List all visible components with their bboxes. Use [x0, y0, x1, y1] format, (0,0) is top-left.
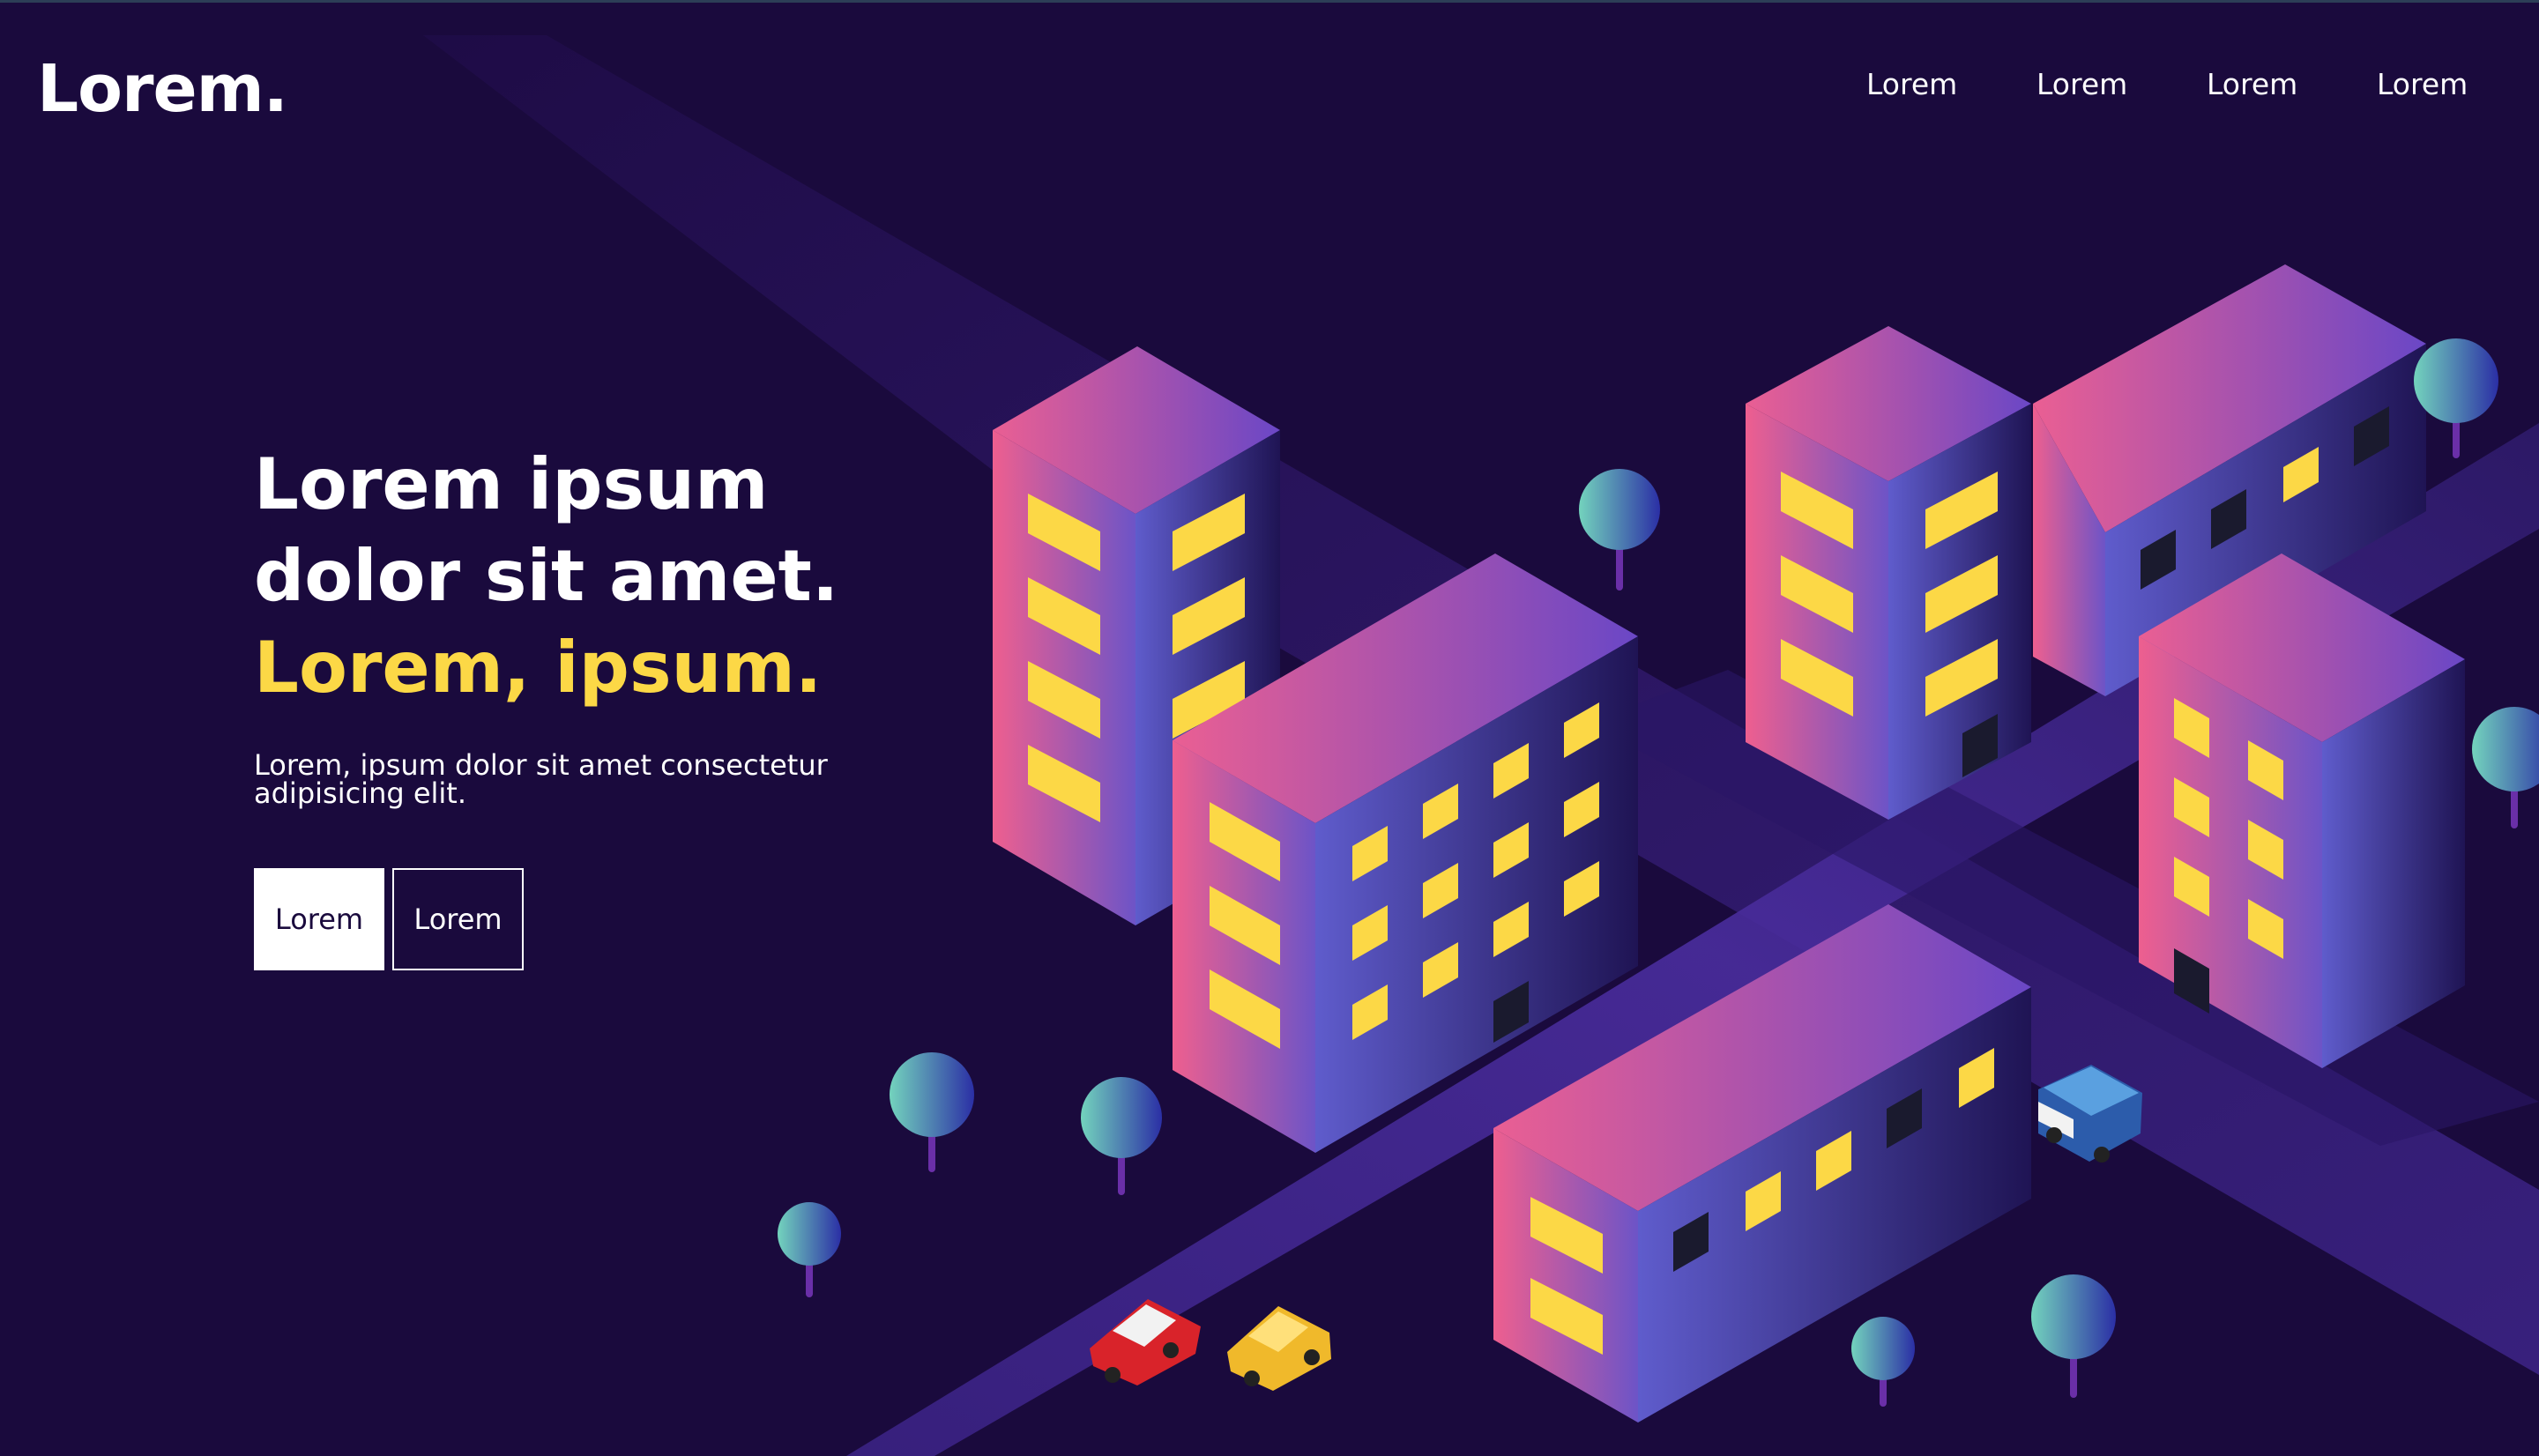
hero-title-line-2: dolor sit amet.	[254, 535, 839, 617]
main-nav: Lorem Lorem Lorem Lorem	[0, 67, 2539, 102]
tree-icon	[778, 1202, 841, 1297]
building-icon	[2139, 553, 2465, 1068]
tree-icon	[2414, 338, 2498, 458]
hero-title-accent: Lorem, ipsum.	[254, 627, 823, 709]
hero-title-line-1: Lorem ipsum	[254, 443, 769, 525]
nav-link-4[interactable]: Lorem	[2377, 67, 2468, 102]
nav-link-1[interactable]: Lorem	[1866, 67, 1957, 102]
nav-link-3[interactable]: Lorem	[2207, 67, 2297, 102]
city-illustration	[423, 35, 2539, 1456]
tree-icon	[1579, 469, 1660, 591]
tree-icon	[2031, 1274, 2116, 1398]
hero-description: Lorem, ipsum dolor sit amet consectetur …	[254, 748, 828, 810]
primary-button[interactable]: Lorem	[254, 868, 384, 970]
tree-icon	[1851, 1317, 1915, 1407]
hero-title: Lorem ipsum dolor sit amet. Lorem, ipsum…	[254, 439, 838, 714]
car-icon	[1227, 1306, 1331, 1391]
building-icon	[1746, 326, 2031, 820]
nav-link-2[interactable]: Lorem	[2036, 67, 2127, 102]
tree-icon	[2472, 707, 2539, 828]
tree-icon	[1081, 1077, 1162, 1195]
secondary-button[interactable]: Lorem	[392, 868, 524, 970]
tree-icon	[890, 1052, 974, 1172]
